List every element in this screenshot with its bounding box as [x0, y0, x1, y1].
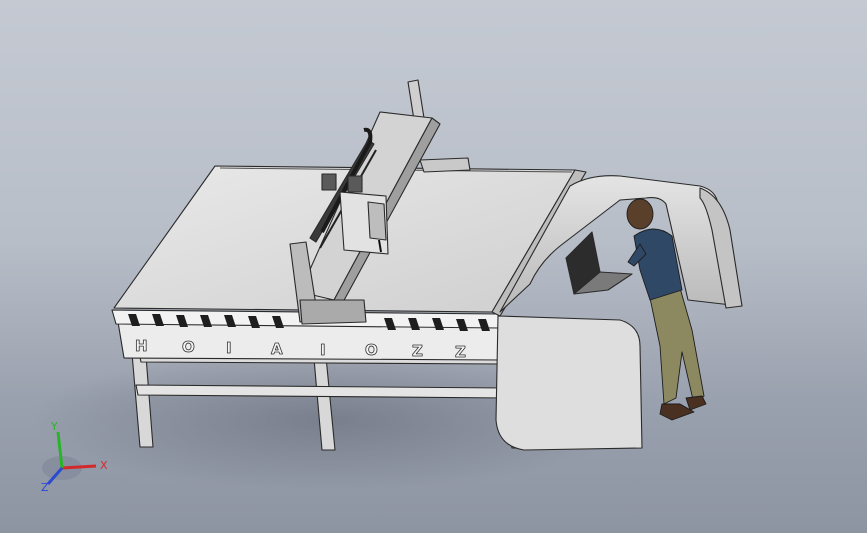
spindle-head	[367, 201, 387, 241]
triad-x-label: X	[100, 459, 108, 472]
triad-z-label: Z	[41, 481, 49, 494]
z-motor	[347, 175, 363, 193]
gantry-rear-upright	[407, 79, 425, 121]
rear-belt-housing	[419, 157, 471, 173]
spindle-motor	[321, 173, 337, 191]
triad-y-label: Y	[50, 420, 58, 433]
gantry-foot-plate	[299, 299, 367, 325]
operator-legs	[649, 287, 705, 405]
side-letter: Z	[455, 343, 466, 361]
side-letter: I	[320, 341, 326, 359]
side-letter: Z	[412, 342, 423, 360]
cad-scene[interactable]: H O I A I O Z Z X Y Z	[0, 0, 867, 533]
side-letter: O	[182, 338, 195, 356]
side-letter: I	[226, 339, 232, 357]
operator-head	[626, 198, 654, 230]
side-letter: A	[271, 340, 283, 358]
side-letter: O	[365, 341, 378, 359]
desk-pedestal	[495, 315, 643, 451]
cad-viewport[interactable]: H O I A I O Z Z X Y Z	[0, 0, 867, 533]
operator-shoe	[685, 395, 707, 411]
side-letter: H	[135, 337, 148, 355]
triad-x-axis	[61, 464, 97, 470]
